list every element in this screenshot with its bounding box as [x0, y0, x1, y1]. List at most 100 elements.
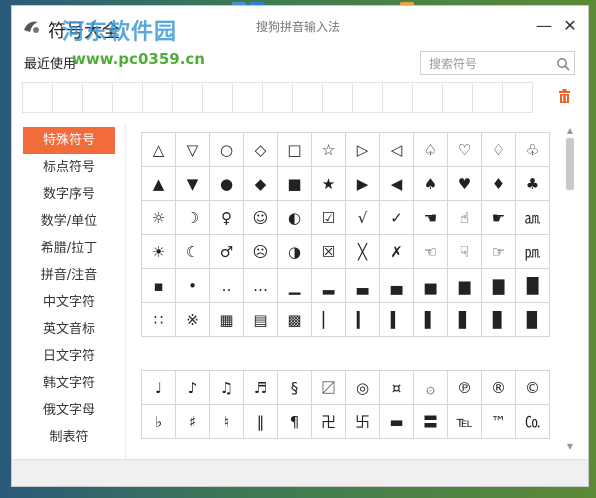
symbol-cell[interactable]: •	[175, 268, 210, 303]
symbol-cell[interactable]: ▽	[175, 132, 210, 167]
sidebar-category-item[interactable]: 韩文字符	[23, 370, 115, 397]
sidebar-category-item[interactable]: 俄文字母	[23, 397, 115, 424]
symbol-cell[interactable]: ▦	[209, 302, 244, 337]
symbol-cell[interactable]: ◇	[243, 132, 278, 167]
symbol-cell[interactable]: ■	[277, 166, 312, 201]
symbol-cell[interactable]: █	[515, 268, 550, 303]
symbol-cell[interactable]: ▏	[311, 302, 346, 337]
symbol-cell[interactable]: ۞	[413, 370, 448, 405]
symbol-cell[interactable]: ㏂	[515, 200, 550, 235]
recent-symbol-slot[interactable]	[352, 82, 383, 113]
scroll-down-arrow-icon[interactable]: ▼	[564, 442, 576, 452]
symbol-cell[interactable]: ▆	[447, 268, 482, 303]
symbol-cell[interactable]: ▅	[413, 268, 448, 303]
symbol-cell[interactable]: ☞	[481, 234, 516, 269]
symbol-cell[interactable]: ☑	[311, 200, 346, 235]
recent-symbol-slot[interactable]	[142, 82, 173, 113]
symbol-cell[interactable]: ♀	[209, 200, 244, 235]
close-button[interactable]: ✕	[560, 16, 580, 36]
sidebar-category-item[interactable]: 标点符号	[23, 154, 115, 181]
symbol-cell[interactable]: ☽	[175, 200, 210, 235]
symbol-cell[interactable]: ℗	[447, 370, 482, 405]
symbol-cell[interactable]: ▉	[515, 302, 550, 337]
title-bar[interactable]: 符号大全 河东软件园 搜狗拼音输入法 — ✕	[12, 6, 588, 46]
recent-symbol-slot[interactable]	[472, 82, 503, 113]
symbol-cell[interactable]: ㏇	[515, 404, 550, 439]
symbol-cell[interactable]: ♠	[413, 166, 448, 201]
recent-symbol-slot[interactable]	[172, 82, 203, 113]
symbol-cell[interactable]: ▪	[141, 268, 176, 303]
symbol-cell[interactable]: 〼	[311, 370, 346, 405]
symbol-cell[interactable]: ♪	[175, 370, 210, 405]
symbol-cell[interactable]: ☛	[481, 200, 516, 235]
recent-symbol-slot[interactable]	[412, 82, 443, 113]
symbol-cell[interactable]: ☾	[175, 234, 210, 269]
symbol-cell[interactable]: ▷	[345, 132, 380, 167]
symbol-cell[interactable]: ☹	[243, 234, 278, 269]
symbol-cell[interactable]: ◎	[345, 370, 380, 405]
symbol-cell[interactable]: ♣	[515, 166, 550, 201]
recent-symbol-slot[interactable]	[382, 82, 413, 113]
symbol-cell[interactable]: ®	[481, 370, 516, 405]
symbol-cell[interactable]: ✓	[379, 200, 414, 235]
symbol-cell[interactable]: ▶	[345, 166, 380, 201]
sidebar-category-item[interactable]: 数字序号	[23, 181, 115, 208]
symbol-cell[interactable]: 〓	[413, 404, 448, 439]
symbol-cell[interactable]: ♫	[209, 370, 244, 405]
symbol-cell[interactable]: ▋	[447, 302, 482, 337]
symbol-cell[interactable]: ☼	[141, 200, 176, 235]
recent-symbol-slot[interactable]	[112, 82, 143, 113]
symbol-cell[interactable]: ♭	[141, 404, 176, 439]
symbol-cell[interactable]: △	[141, 132, 176, 167]
symbol-cell[interactable]: ※	[175, 302, 210, 337]
recent-symbol-slot[interactable]	[232, 82, 263, 113]
symbol-cell[interactable]: ▌	[413, 302, 448, 337]
symbol-cell[interactable]: ▄	[379, 268, 414, 303]
symbol-cell[interactable]: ▩	[277, 302, 312, 337]
symbol-cell[interactable]: §	[277, 370, 312, 405]
symbol-cell[interactable]: ▬	[379, 404, 414, 439]
scroll-up-arrow-icon[interactable]: ▲	[564, 126, 576, 136]
search-icon[interactable]	[556, 56, 570, 75]
symbol-cell[interactable]: ♮	[209, 404, 244, 439]
recent-symbol-slot[interactable]	[202, 82, 233, 113]
symbol-cell[interactable]: ☀	[141, 234, 176, 269]
symbol-cell[interactable]: ▤	[243, 302, 278, 337]
symbol-cell[interactable]: ♡	[447, 132, 482, 167]
sidebar-category-item[interactable]: 希腊/拉丁	[23, 235, 115, 262]
symbol-cell[interactable]: ♯	[175, 404, 210, 439]
symbol-cell[interactable]: ♧	[515, 132, 550, 167]
scroll-thumb[interactable]	[566, 138, 574, 190]
symbol-cell[interactable]: ☝	[447, 200, 482, 235]
symbol-cell[interactable]: ‥	[209, 268, 244, 303]
sidebar-category-item[interactable]: 制表符	[23, 424, 115, 451]
sidebar-category-item[interactable]: 中文字符	[23, 289, 115, 316]
symbol-cell[interactable]: 卐	[345, 404, 380, 439]
symbol-cell[interactable]: ☚	[413, 200, 448, 235]
symbol-cell[interactable]: 卍	[311, 404, 346, 439]
symbol-cell[interactable]: ♦	[481, 166, 516, 201]
symbol-cell[interactable]: ▍	[379, 302, 414, 337]
minimize-button[interactable]: —	[534, 16, 554, 36]
symbol-cell[interactable]: ●	[209, 166, 244, 201]
symbol-cell[interactable]: ◁	[379, 132, 414, 167]
symbol-cell[interactable]: □	[277, 132, 312, 167]
symbol-cell[interactable]: ‖	[243, 404, 278, 439]
sidebar-category-item[interactable]: 英文音标	[23, 316, 115, 343]
symbol-cell[interactable]: ▼	[175, 166, 210, 201]
symbol-cell[interactable]: ℡	[447, 404, 482, 439]
symbol-cell[interactable]: ☜	[413, 234, 448, 269]
symbol-cell[interactable]: ©	[515, 370, 550, 405]
symbol-cell[interactable]: …	[243, 268, 278, 303]
symbol-cell[interactable]: ™	[481, 404, 516, 439]
symbol-cell[interactable]: √	[345, 200, 380, 235]
recent-symbol-slot[interactable]	[292, 82, 323, 113]
symbol-cell[interactable]: ☒	[311, 234, 346, 269]
sidebar-category-item[interactable]: 日文字符	[23, 343, 115, 370]
symbol-cell[interactable]: ∷	[141, 302, 176, 337]
vertical-scrollbar[interactable]: ▲ ▼	[564, 126, 576, 452]
sidebar-category-item[interactable]: 特殊符号	[23, 127, 115, 154]
symbol-cell[interactable]: ★	[311, 166, 346, 201]
recent-symbol-slot[interactable]	[502, 82, 533, 113]
trash-icon[interactable]	[558, 88, 571, 107]
